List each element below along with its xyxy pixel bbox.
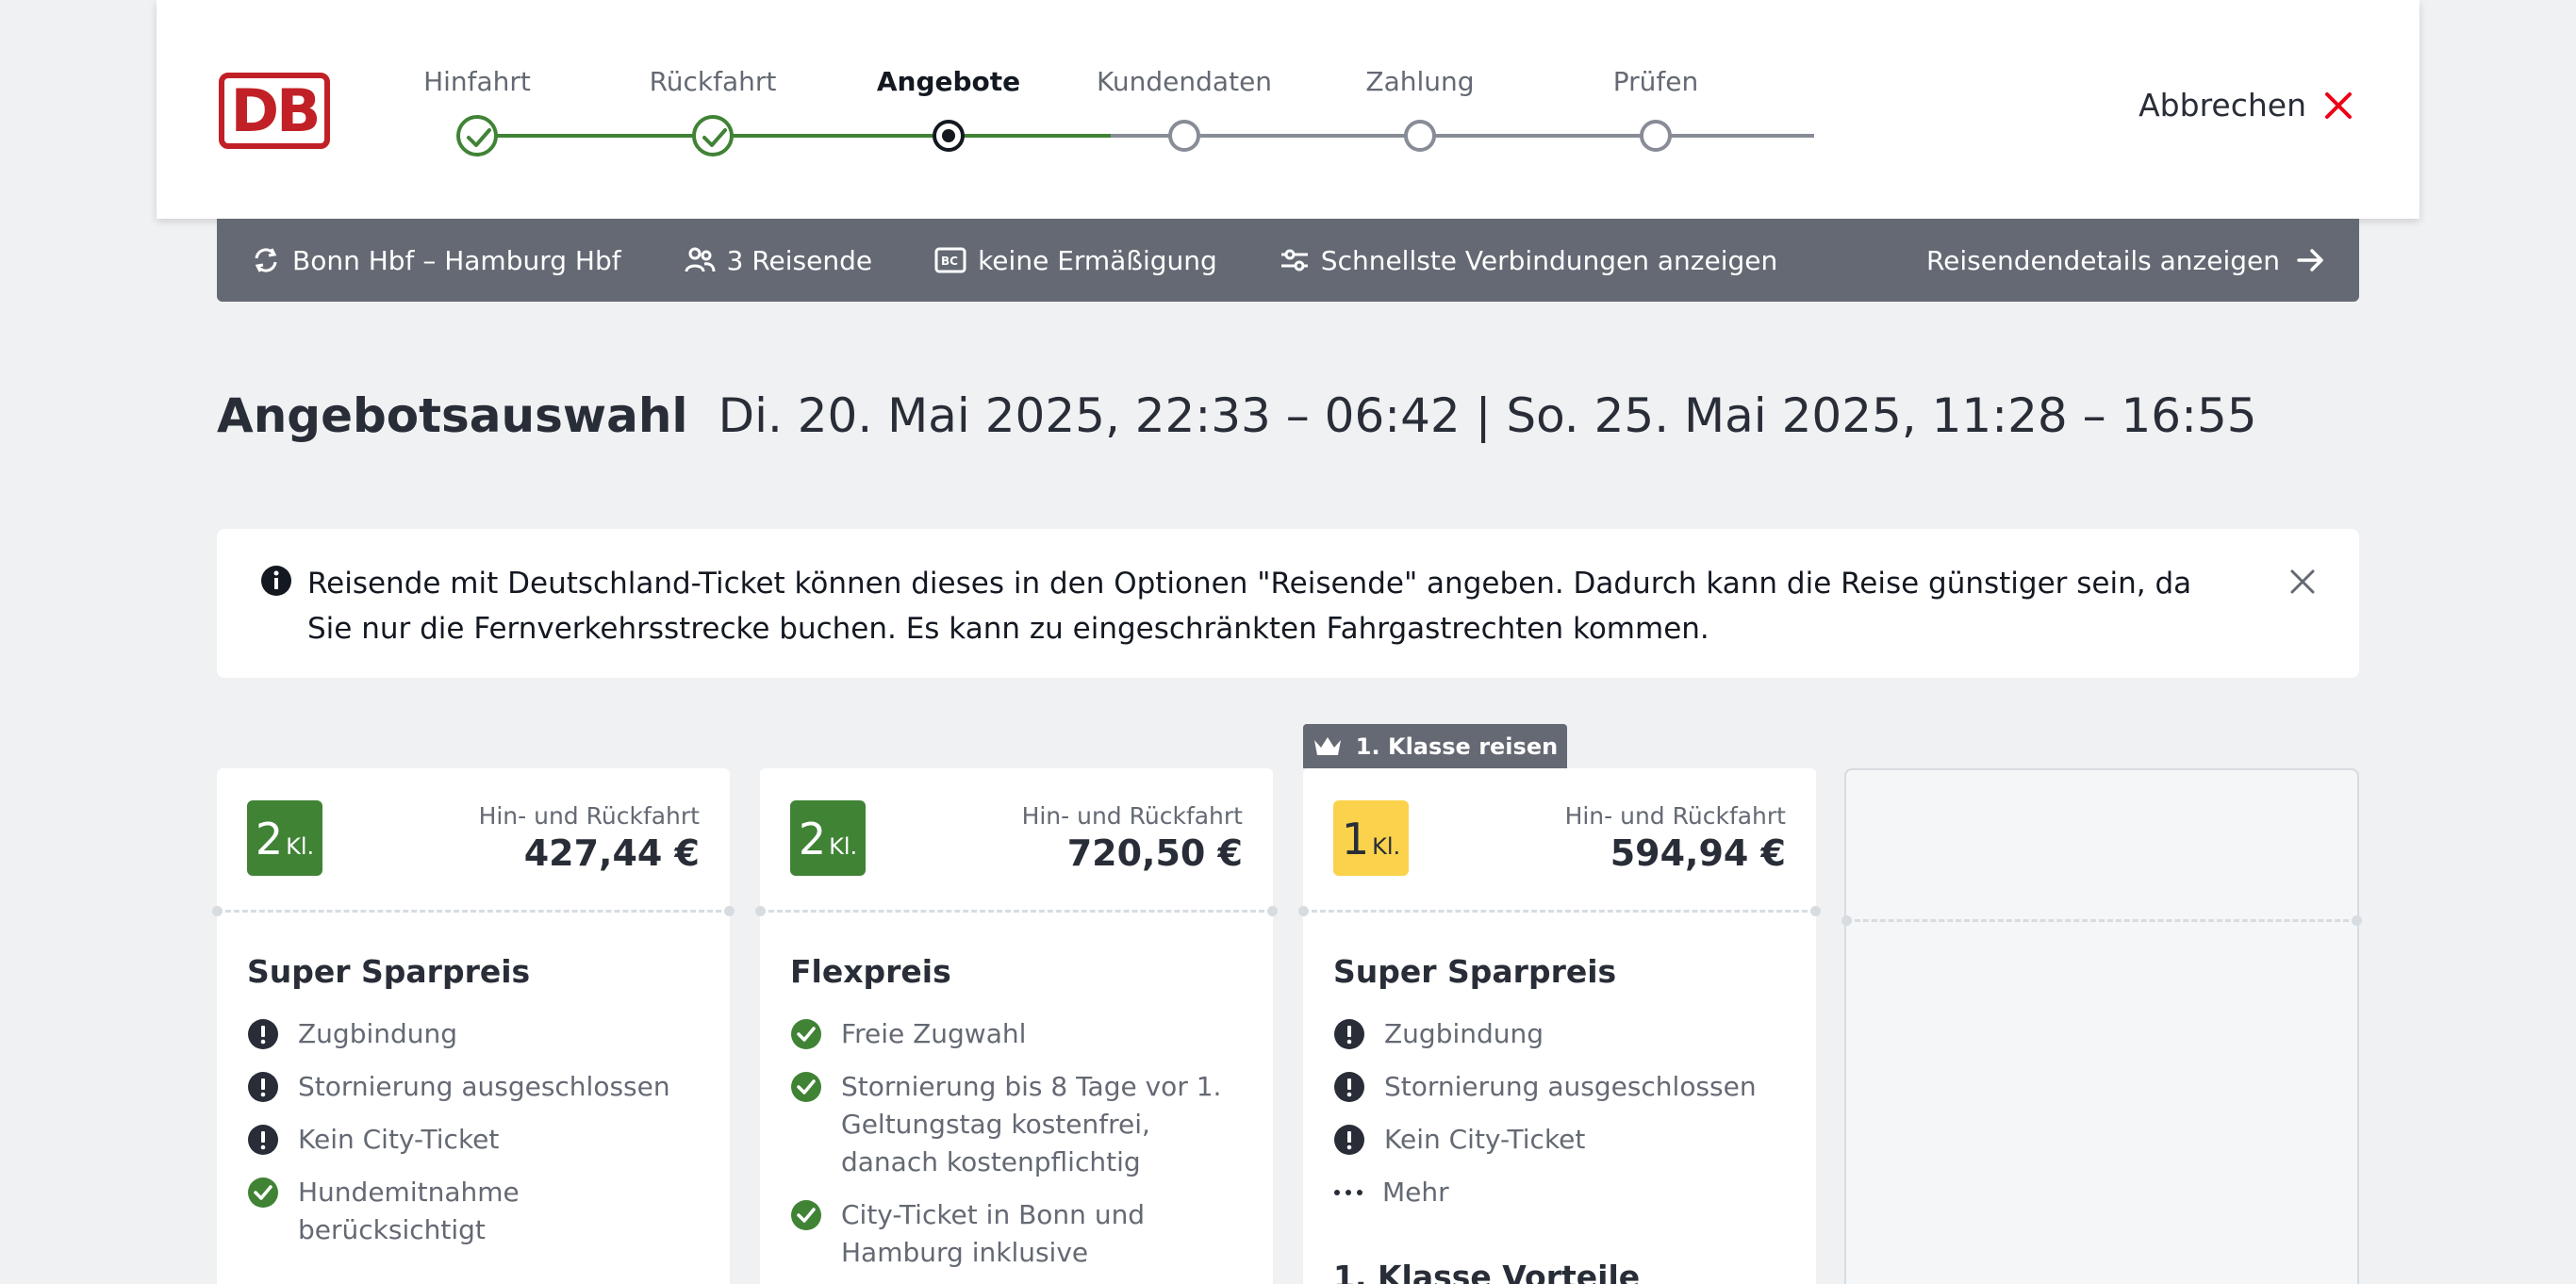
cancel-button[interactable]: Abbrechen bbox=[2138, 87, 2353, 123]
step-angebote-current-icon bbox=[933, 120, 965, 152]
step-label-angebote: Angebote bbox=[876, 66, 1021, 97]
fare-label: Hin- und Rückfahrt bbox=[478, 802, 700, 830]
step-pruefen-circle-icon bbox=[1640, 120, 1672, 152]
discount-label: keine Ermäßigung bbox=[978, 244, 1217, 276]
step-zahlung-circle-icon bbox=[1404, 120, 1436, 152]
checkout-header: DB Hinfahrt Rückfahrt Angebote Kundendat… bbox=[157, 0, 2419, 219]
discount-button[interactable]: BC keine Ermäßigung bbox=[934, 245, 1217, 276]
close-notice-icon[interactable] bbox=[2289, 568, 2316, 595]
offer-name: Flexpreis bbox=[790, 953, 951, 990]
fastest-connections-button[interactable]: Schnellste Verbindungen anzeigen bbox=[1280, 245, 1777, 276]
card-divider bbox=[1298, 906, 1821, 916]
offer-card-super-sparpreis-1kl[interactable]: 1 Kl. Hin- und Rückfahrt 594,94 € Super S… bbox=[1298, 768, 1821, 1284]
feature-list: Zugbindung Stornierung ausgeschlossen Ke… bbox=[1333, 1015, 1795, 1226]
warning-icon bbox=[1334, 1125, 1364, 1155]
first-class-benefits-heading: 1. Klasse Vorteile bbox=[1333, 1259, 1641, 1284]
warning-icon bbox=[1334, 1019, 1364, 1049]
card-divider bbox=[755, 906, 1278, 916]
step-label-pruefen: Prüfen bbox=[1612, 66, 1699, 97]
offer-name: Super Sparpreis bbox=[247, 953, 531, 990]
more-label: Mehr bbox=[1382, 1177, 1449, 1208]
class-badge: 1 Kl. bbox=[1333, 800, 1409, 876]
step-label-rueckfahrt[interactable]: Rückfahrt bbox=[609, 66, 817, 97]
list-item: Freie Zugwahl bbox=[790, 1015, 1252, 1053]
bahncard-icon: BC bbox=[934, 247, 966, 273]
fare-label: Hin- und Rückfahrt bbox=[1021, 802, 1243, 830]
travelers-icon bbox=[685, 247, 716, 272]
first-class-badge-label: 1. Klasse reisen bbox=[1355, 733, 1559, 760]
step-hinfahrt-check-icon[interactable] bbox=[456, 115, 498, 156]
first-class-badge: 1. Klasse reisen bbox=[1303, 724, 1567, 768]
route-label: Bonn Hbf – Hamburg Hbf bbox=[292, 244, 621, 276]
offer-card-super-sparpreis-2kl[interactable]: 2 Kl. Hin- und Rückfahrt 427,44 € Super S… bbox=[212, 768, 735, 1284]
card-divider bbox=[212, 906, 735, 916]
warning-icon bbox=[248, 1125, 278, 1155]
offer-card-flexpreis-2kl[interactable]: 2 Kl. Hin- und Rückfahrt 720,50 € Flexpre… bbox=[755, 768, 1278, 1284]
roundtrip-icon bbox=[255, 248, 277, 272]
step-label-zahlung: Zahlung bbox=[1365, 66, 1475, 97]
trip-dates: Di. 20. Mai 2025, 22:33 – 06:42 | So. 25… bbox=[718, 388, 2257, 443]
page-title: Angebotsauswahl bbox=[217, 388, 688, 443]
progress-line-done bbox=[477, 134, 1111, 138]
offer-price: 594,94 € bbox=[1610, 832, 1786, 874]
step-rueckfahrt-check-icon[interactable] bbox=[692, 115, 734, 156]
warning-icon bbox=[1334, 1072, 1364, 1102]
info-icon bbox=[261, 566, 291, 596]
list-item: Stornierung bis 8 Tage vor 1. Geltungsta… bbox=[790, 1068, 1252, 1181]
traveler-details-label: Reisendendetails anzeigen bbox=[1925, 244, 2280, 276]
svg-text:BC: BC bbox=[941, 255, 958, 268]
feature-list: Freie Zugwahl Stornierung bis 8 Tage vor… bbox=[790, 1015, 1252, 1284]
list-item: Kein City-Ticket bbox=[247, 1121, 709, 1159]
warning-icon bbox=[248, 1072, 278, 1102]
db-logo[interactable]: DB bbox=[219, 73, 330, 149]
list-item: Stornierung ausgeschlossen bbox=[247, 1068, 709, 1106]
route-button[interactable]: Bonn Hbf – Hamburg Hbf bbox=[251, 245, 621, 276]
check-icon bbox=[248, 1177, 278, 1208]
step-label-kundendaten: Kundendaten bbox=[1096, 66, 1273, 97]
class-badge: 2 Kl. bbox=[790, 800, 866, 876]
warning-icon bbox=[248, 1019, 278, 1049]
info-text: Reisende mit Deutschland-Ticket können d… bbox=[307, 567, 2192, 646]
check-icon bbox=[791, 1200, 821, 1230]
traveler-details-link[interactable]: Reisendendetails anzeigen bbox=[1926, 245, 2325, 276]
check-icon bbox=[791, 1019, 821, 1049]
filter-sliders-icon bbox=[1280, 249, 1308, 272]
arrow-right-icon bbox=[2297, 249, 2323, 272]
close-icon bbox=[2325, 91, 2352, 119]
crown-icon bbox=[1313, 736, 1341, 755]
offer-price: 720,50 € bbox=[1066, 832, 1243, 874]
list-item: Zugbindung bbox=[1333, 1015, 1795, 1053]
offer-price: 427,44 € bbox=[523, 832, 700, 874]
class-badge: 2 Kl. bbox=[247, 800, 322, 876]
travelers-label: 3 Reisende bbox=[726, 244, 873, 276]
step-kundendaten-circle-icon bbox=[1168, 120, 1200, 152]
list-item: Hundemitnahme berücksichtigt bbox=[247, 1174, 709, 1249]
step-label-hinfahrt[interactable]: Hinfahrt bbox=[373, 66, 581, 97]
cancel-label: Abbrechen bbox=[2138, 87, 2306, 123]
card-divider bbox=[1841, 915, 2362, 926]
page-title-row: Angebotsauswahl Di. 20. Mai 2025, 22:33 … bbox=[217, 388, 2257, 443]
offer-name: Super Sparpreis bbox=[1333, 953, 1617, 990]
offer-card-placeholder bbox=[1841, 768, 2362, 1284]
fare-label: Hin- und Rückfahrt bbox=[1564, 802, 1786, 830]
more-dots-icon bbox=[1334, 1190, 1362, 1195]
list-item: Zugbindung bbox=[247, 1015, 709, 1053]
search-summary-bar: Bonn Hbf – Hamburg Hbf 3 Reisende BC kei… bbox=[217, 219, 2359, 302]
list-item: Stornierung ausgeschlossen bbox=[1333, 1068, 1795, 1106]
travelers-button[interactable]: 3 Reisende bbox=[684, 245, 872, 276]
more-button[interactable]: Mehr bbox=[1333, 1174, 1795, 1211]
list-item: City-Ticket in Bonn und Hamburg inklusiv… bbox=[790, 1196, 1252, 1272]
check-icon bbox=[791, 1072, 821, 1102]
progress-line-todo bbox=[1111, 134, 1814, 138]
list-item: Kein City-Ticket bbox=[1333, 1121, 1795, 1159]
fastest-connections-label: Schnellste Verbindungen anzeigen bbox=[1320, 244, 1778, 276]
feature-list: Zugbindung Stornierung ausgeschlossen Ke… bbox=[247, 1015, 709, 1264]
info-notice: Reisende mit Deutschland-Ticket können d… bbox=[217, 529, 2359, 678]
